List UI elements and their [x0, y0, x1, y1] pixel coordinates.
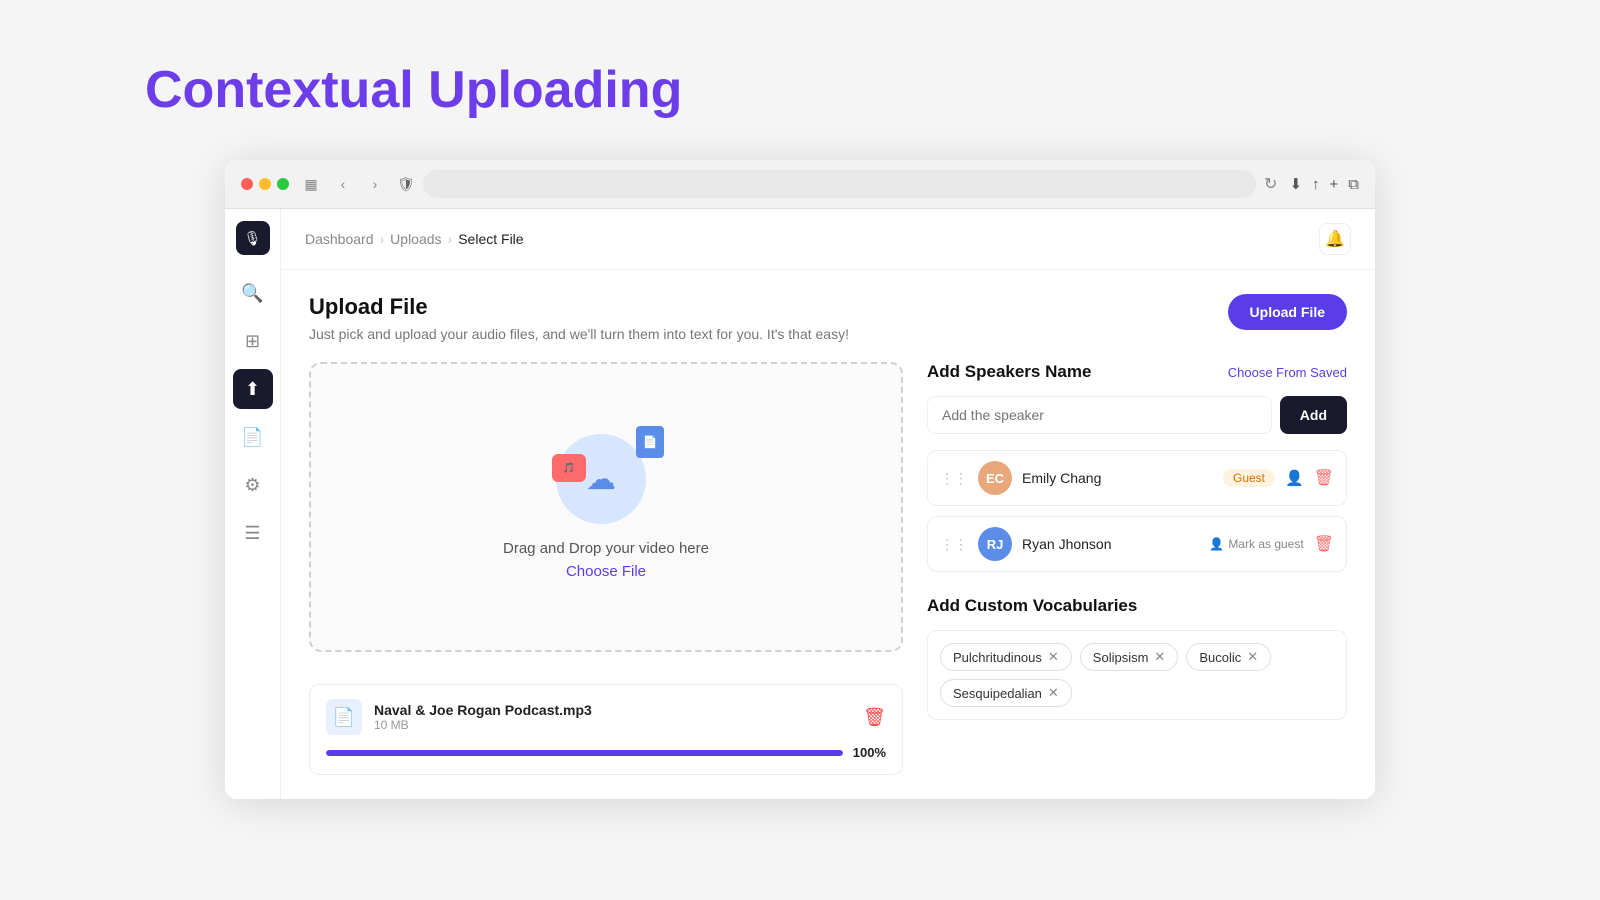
app-layout: 🎙 🔍 ⊞ ⬆ 📄 ⚙ ☰ Dashboard › Uploads › Se: [225, 209, 1375, 799]
reload-icon[interactable]: ↻: [1264, 174, 1277, 194]
add-speaker-button[interactable]: Add: [1280, 396, 1347, 434]
breadcrumb-uploads[interactable]: Uploads: [390, 231, 441, 247]
sidebar-item-menu[interactable]: ☰: [233, 513, 273, 553]
mark-as-guest-button[interactable]: 👤 Mark as guest: [1209, 537, 1303, 551]
file-doc-icon: 📄: [326, 699, 362, 735]
speakers-section-header: Add Speakers Name Choose From Saved: [927, 362, 1347, 382]
drop-text: Drag and Drop your video here: [503, 540, 709, 557]
speaker-person-icon-emily[interactable]: 👤: [1285, 469, 1304, 487]
breadcrumb-dashboard[interactable]: Dashboard: [305, 231, 374, 247]
speaker-row-emily: ⋮⋮ EC Emily Chang Guest 👤 🗑: [927, 450, 1347, 506]
sidebar-logo: 🎙: [236, 221, 270, 255]
sidebar-item-search[interactable]: 🔍: [233, 273, 273, 313]
vocab-tag-2: Bucolic ✕: [1186, 643, 1271, 671]
speaker-input-row: Add: [927, 396, 1347, 434]
document-icon: 📄: [636, 426, 664, 458]
upload-title: Upload File: [309, 294, 849, 320]
left-panel: ☁ 📄 🎵 Drag and Drop your video here Choo…: [309, 362, 903, 775]
sidebar-item-settings[interactable]: ⚙: [233, 465, 273, 505]
file-size: 10 MB: [374, 718, 851, 732]
person-add-icon: 👤: [1209, 537, 1224, 551]
close-dot[interactable]: [241, 178, 253, 190]
file-delete-button[interactable]: 🗑: [863, 707, 886, 728]
breadcrumb-sep-1: ›: [380, 231, 385, 247]
two-col-layout: ☁ 📄 🎵 Drag and Drop your video here Choo…: [309, 362, 1347, 775]
file-item: 📄 Naval & Joe Rogan Podcast.mp3 10 MB 🗑: [309, 684, 903, 775]
vocab-section-header: Add Custom Vocabularies: [927, 596, 1347, 616]
choose-from-saved-link[interactable]: Choose From Saved: [1228, 365, 1347, 380]
delete-speaker-emily-button[interactable]: 🗑: [1314, 468, 1334, 488]
vocab-tag-remove-0[interactable]: ✕: [1048, 649, 1059, 665]
browser-dots: [241, 178, 289, 190]
vocab-section: Add Custom Vocabularies Pulchritudinous …: [927, 596, 1347, 720]
vocab-tags-container: Pulchritudinous ✕ Solipsism ✕ Bucolic: [927, 630, 1347, 720]
vocab-tag-1: Solipsism ✕: [1080, 643, 1179, 671]
sidebar-item-upload[interactable]: ⬆: [233, 369, 273, 409]
speakers-section-title: Add Speakers Name: [927, 362, 1091, 382]
page-header: Upload File Just pick and upload your au…: [309, 294, 1347, 342]
vocab-tag-3: Sesquipedalian ✕: [940, 679, 1072, 707]
speaker-name-ryan: Ryan Jhonson: [1022, 536, 1199, 552]
breadcrumb-sep-2: ›: [448, 231, 453, 247]
speaker-avatar-ryan: RJ: [978, 527, 1012, 561]
guest-badge-emily: Guest: [1223, 469, 1275, 487]
vocab-tag-remove-3[interactable]: ✕: [1048, 685, 1059, 701]
upload-header-text: Upload File Just pick and upload your au…: [309, 294, 849, 342]
file-name: Naval & Joe Rogan Podcast.mp3: [374, 702, 851, 718]
breadcrumb-bar: Dashboard › Uploads › Select File 🔔: [281, 209, 1375, 270]
sidebar: 🎙 🔍 ⊞ ⬆ 📄 ⚙ ☰: [225, 209, 281, 799]
sidebar-item-grid[interactable]: ⊞: [233, 321, 273, 361]
drop-illustration: ☁ 📄 🎵: [556, 434, 656, 524]
audio-icon: 🎵: [552, 454, 586, 482]
file-info: Naval & Joe Rogan Podcast.mp3 10 MB: [374, 702, 851, 732]
new-tab-icon[interactable]: +: [1330, 176, 1339, 193]
url-input[interactable]: [423, 170, 1256, 198]
choose-file-link[interactable]: Choose File: [566, 563, 646, 580]
shield-icon: 🛡: [397, 176, 415, 193]
sidebar-toggle-icon[interactable]: ▦: [301, 174, 321, 194]
vocab-section-title: Add Custom Vocabularies: [927, 596, 1137, 616]
speaker-name-input[interactable]: [927, 396, 1272, 434]
right-panel: Add Speakers Name Choose From Saved Add …: [927, 362, 1347, 775]
speaker-name-emily: Emily Chang: [1022, 470, 1213, 486]
progress-bar-fill: [326, 750, 843, 756]
file-item-header: 📄 Naval & Joe Rogan Podcast.mp3 10 MB 🗑: [326, 699, 886, 735]
vocab-tag-remove-1[interactable]: ✕: [1154, 649, 1165, 665]
upload-file-button[interactable]: Upload File: [1228, 294, 1347, 330]
notifications-bell-button[interactable]: 🔔: [1319, 223, 1351, 255]
page-content: Upload File Just pick and upload your au…: [281, 270, 1375, 799]
maximize-dot[interactable]: [277, 178, 289, 190]
url-bar: 🛡 ↻: [397, 170, 1277, 198]
breadcrumb: Dashboard › Uploads › Select File: [305, 231, 524, 247]
breadcrumb-current: Select File: [458, 231, 523, 247]
browser-window: ▦ ‹ › 🛡 ↻ ⬇ ↑ + ⧉ 🎙 🔍 ⊞ ⬆ 📄: [225, 160, 1375, 799]
sidebar-item-documents[interactable]: 📄: [233, 417, 273, 457]
vocab-tag-0: Pulchritudinous ✕: [940, 643, 1072, 671]
forward-icon[interactable]: ›: [365, 174, 385, 194]
upload-description: Just pick and upload your audio files, a…: [309, 326, 849, 342]
speaker-row-ryan: ⋮⋮ RJ Ryan Jhonson 👤 Mark as guest 🗑: [927, 516, 1347, 572]
copy-tab-icon[interactable]: ⧉: [1348, 176, 1359, 193]
main-content: Dashboard › Uploads › Select File 🔔 Uplo…: [281, 209, 1375, 799]
page-title: Contextual Uploading: [145, 60, 682, 120]
drag-handle-emily[interactable]: ⋮⋮: [940, 470, 968, 487]
drag-handle-ryan[interactable]: ⋮⋮: [940, 536, 968, 553]
progress-percentage: 100%: [853, 745, 886, 760]
browser-actions: ⬇ ↑ + ⧉: [1289, 175, 1359, 193]
downloads-icon[interactable]: ⬇: [1289, 175, 1302, 193]
progress-bar-wrap: 100%: [326, 745, 886, 760]
drop-zone[interactable]: ☁ 📄 🎵 Drag and Drop your video here Choo…: [309, 362, 903, 652]
delete-speaker-ryan-button[interactable]: 🗑: [1314, 534, 1334, 554]
vocab-tag-remove-2[interactable]: ✕: [1247, 649, 1258, 665]
browser-bar: ▦ ‹ › 🛡 ↻ ⬇ ↑ + ⧉: [225, 160, 1375, 209]
progress-bar-background: [326, 750, 843, 756]
share-icon[interactable]: ↑: [1312, 176, 1320, 193]
back-icon[interactable]: ‹: [333, 174, 353, 194]
speaker-avatar-emily: EC: [978, 461, 1012, 495]
minimize-dot[interactable]: [259, 178, 271, 190]
